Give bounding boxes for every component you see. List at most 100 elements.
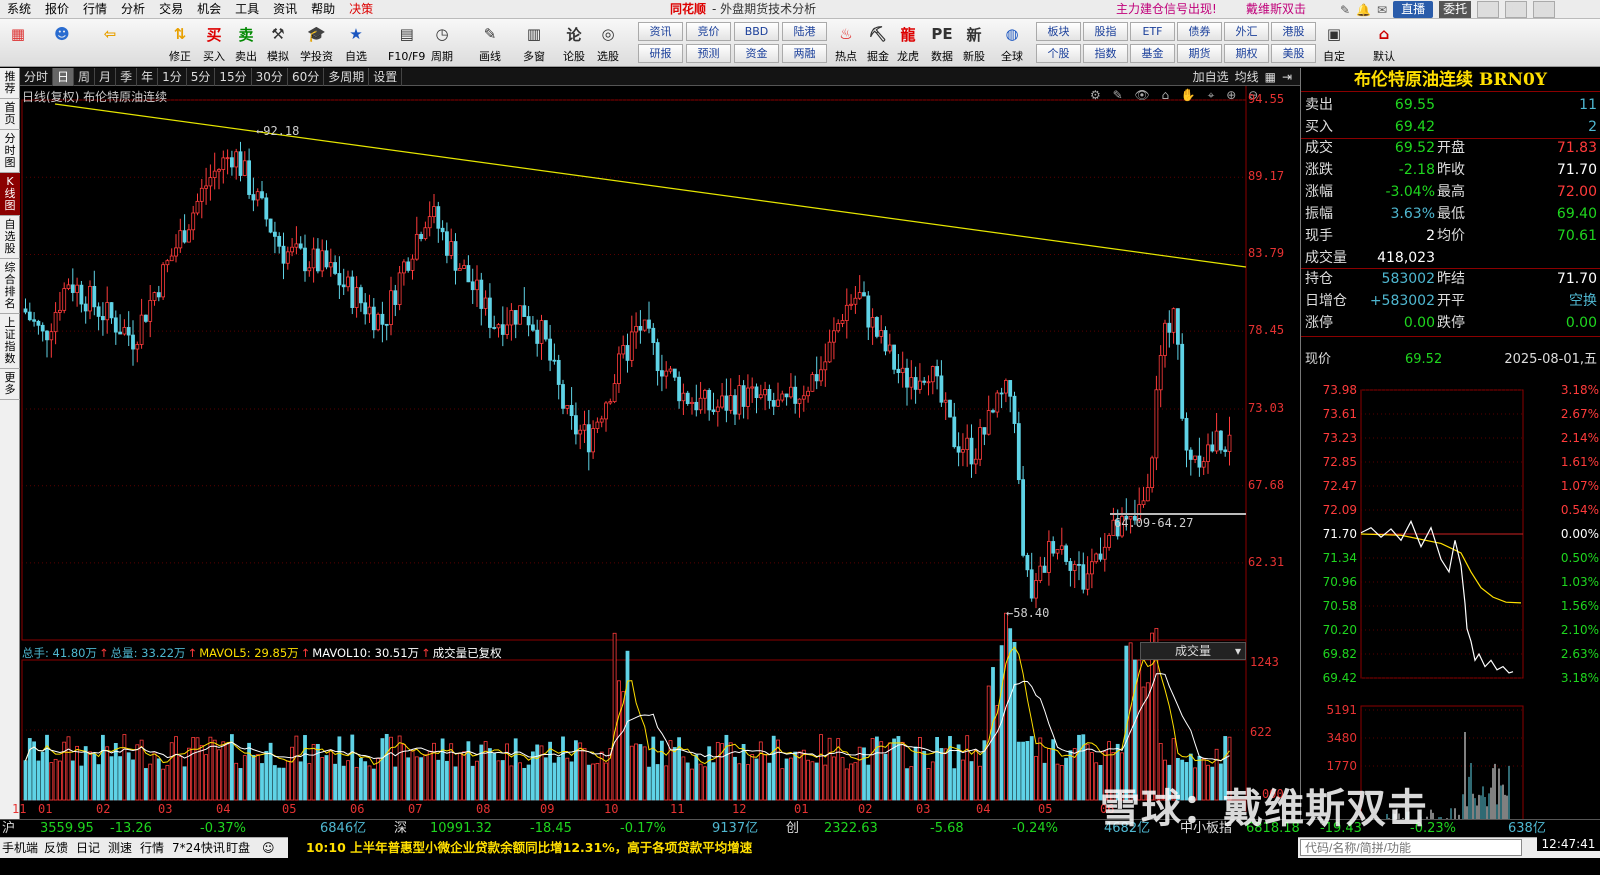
intraday-pct-label: 2.10% [1561, 623, 1599, 637]
message-icon[interactable]: ✉ [1377, 3, 1387, 17]
volume-bar [535, 744, 540, 801]
volume-bar [88, 751, 92, 801]
candle-body [178, 230, 183, 249]
news-ticker[interactable]: 10:10 上半年普惠型小微企业贷款余额同比增12.31%，高于各项贷款平均增速 [288, 837, 1298, 858]
candle-body [737, 385, 742, 415]
volume-bar [866, 764, 871, 801]
index-name[interactable]: 沪 [2, 820, 15, 838]
status-item[interactable]: 反馈 [44, 838, 68, 859]
candle-body [1167, 322, 1172, 333]
quote-row: 持仓 583002 昨结 71.70 [1305, 268, 1597, 290]
volume-bar [53, 758, 58, 801]
volume-bar [1038, 737, 1043, 801]
candle-body [255, 191, 260, 201]
candle-body [307, 267, 312, 272]
index-value: 3559.95 [40, 821, 94, 836]
volume-bar [470, 765, 475, 801]
volume-indicator-select[interactable]: 成交量 ▾ [1140, 642, 1246, 660]
chart-tools[interactable]: ⚙ ✎ 👁 ⌂ ✋ ⌖ ⊕ ⊖ [1090, 88, 1262, 103]
trade-button[interactable]: 委托 [1439, 1, 1472, 18]
minimize-icon[interactable]: — [1477, 1, 1500, 18]
volume-bar [1021, 741, 1025, 801]
index-change: -13.26 [110, 821, 152, 836]
candle-body [470, 281, 475, 291]
candle-body [105, 302, 110, 321]
search-input[interactable] [1300, 839, 1522, 856]
status-item[interactable]: 7*24快讯 [172, 838, 225, 859]
bell-icon[interactable]: 🔔 [1356, 3, 1371, 17]
volume-bar [135, 744, 140, 801]
quote-row: 日增仓 +583002 开平 空换 [1305, 290, 1597, 312]
candle-body [574, 415, 578, 435]
intraday-chart[interactable]: 73.98 3.18% 73.61 2.67% 73.23 2.14% 72.85 1.61%… [1301, 376, 1600, 836]
volume-bar [36, 760, 41, 801]
volume-bar [380, 738, 385, 801]
status-item[interactable]: 日记 [76, 838, 100, 859]
candle-body [896, 368, 901, 374]
status-item[interactable]: 手机端 [2, 838, 38, 859]
index-name[interactable]: 深 [394, 820, 407, 838]
volume-bar [174, 736, 178, 801]
close-icon[interactable]: ✕ [1533, 1, 1556, 18]
chat-icon[interactable]: ☺ [262, 838, 275, 859]
candle-body [832, 330, 836, 343]
candle-body [522, 305, 527, 317]
candle-body [969, 437, 974, 465]
volume-bar [509, 765, 514, 801]
volume-legend-item: MAVOL10: 30.51万 [312, 646, 420, 660]
toolbar-custom-button[interactable]: ▣ 自定 [1322, 22, 1346, 64]
candle-body [320, 250, 325, 272]
intraday-volume-label: 5191 [1326, 703, 1357, 717]
candle-body [556, 359, 561, 385]
kline-chart[interactable] [0, 0, 1300, 820]
volume-bar [371, 768, 376, 801]
trend-line[interactable] [54, 103, 1247, 268]
quote-row: 涨幅 -3.04% 最高 72.00 [1305, 181, 1597, 203]
pen-icon[interactable]: ✎ [1340, 3, 1350, 17]
candle-body [96, 306, 101, 317]
volume-bar [199, 745, 204, 801]
candle-body [328, 262, 333, 268]
toolbar-home-button[interactable]: ⌂ 默认 [1372, 22, 1396, 64]
status-item[interactable]: 测速 [108, 838, 132, 859]
volume-bar [139, 739, 144, 801]
candle-body [604, 402, 608, 420]
candle-body [629, 331, 634, 361]
candle-body [1055, 549, 1060, 554]
volume-bar [169, 742, 174, 801]
candle-body [698, 397, 703, 411]
candle-body [165, 260, 170, 266]
month-axis-label: 06 [350, 802, 365, 816]
candle-body [505, 324, 510, 335]
status-item[interactable]: 盯盘 [226, 838, 250, 859]
index-pct: -0.24% [1012, 821, 1058, 836]
volume-bar [118, 756, 122, 801]
intraday-price-label: 70.96 [1323, 575, 1357, 589]
candle-body [844, 304, 849, 321]
volume-bar [617, 680, 621, 801]
index-name[interactable]: 创 [786, 820, 799, 838]
candle-body [393, 290, 398, 305]
status-item[interactable]: 行情 [140, 838, 164, 859]
index-change: -18.45 [530, 821, 572, 836]
volume-bar [913, 746, 918, 801]
candle-body [617, 353, 621, 385]
volume-bar [879, 741, 884, 801]
quote-key: 涨停 [1305, 315, 1333, 331]
volume-bar [23, 760, 28, 801]
candle-body [1059, 545, 1064, 550]
volume-bar [926, 768, 931, 801]
candle-body [1197, 455, 1202, 468]
volume-bar [75, 745, 79, 801]
intraday-price-label: 71.34 [1323, 551, 1357, 565]
candle-body [272, 231, 277, 237]
live-button[interactable]: 直播 [1393, 1, 1434, 18]
volume-legend: 总手: 41.80万 ↑ 总量: 33.22万 ↑ MAVOL5: 29.85万 ↑ MAV… [22, 645, 502, 661]
volume-bar [217, 749, 221, 801]
restore-icon[interactable]: ❐ [1505, 1, 1528, 18]
volume-bar [754, 758, 759, 801]
candle-body [1008, 380, 1013, 397]
month-axis-label: 10 [604, 802, 619, 816]
volume-bar [741, 743, 746, 801]
candle-body [1145, 487, 1150, 502]
